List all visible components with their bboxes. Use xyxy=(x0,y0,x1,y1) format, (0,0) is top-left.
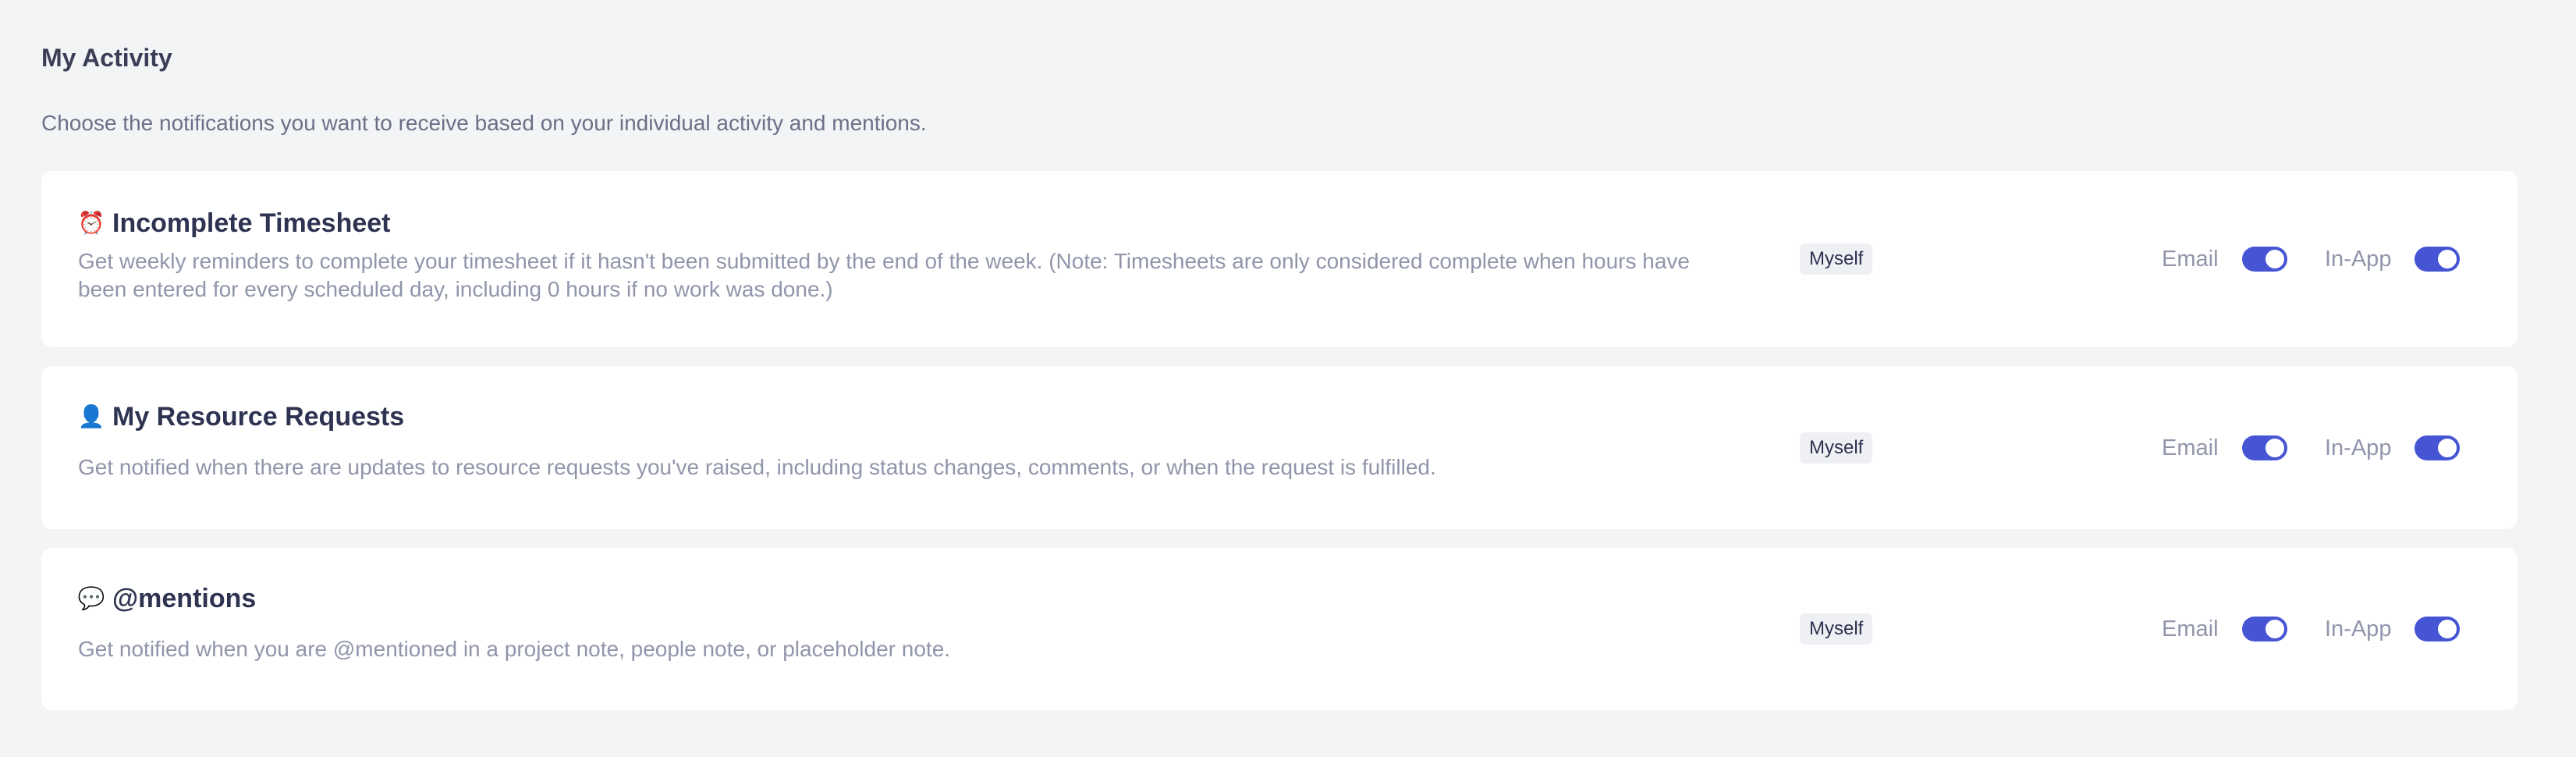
email-label: Email xyxy=(2162,247,2219,272)
email-toggle[interactable] xyxy=(2241,247,2287,272)
inapp-label: In-App xyxy=(2325,617,2392,641)
inapp-toggle[interactable] xyxy=(2415,617,2461,641)
notification-info: ⏰ Incomplete Timesheet Get weekly remind… xyxy=(78,207,1716,304)
email-label: Email xyxy=(2162,617,2219,641)
inapp-toggle[interactable] xyxy=(2415,247,2461,272)
recipient-badge: Myself xyxy=(1800,613,1873,645)
recipient-badge: Myself xyxy=(1800,432,1873,464)
toggle-knob xyxy=(2265,250,2284,268)
toggle-knob xyxy=(2438,438,2457,457)
email-channel: Email xyxy=(2162,434,2287,462)
notification-title: 👤 My Resource Requests xyxy=(78,400,1716,433)
email-channel: Email xyxy=(2162,615,2287,643)
notification-card-mentions: 💬 @mentions Get notified when you are @m… xyxy=(41,548,2517,710)
email-channel: Email xyxy=(2162,245,2287,273)
inapp-label: In-App xyxy=(2325,435,2392,460)
email-toggle[interactable] xyxy=(2241,617,2287,641)
notification-title-text: Incomplete Timesheet xyxy=(112,208,391,238)
toggle-knob xyxy=(2438,620,2457,638)
recipient-badge: Myself xyxy=(1800,243,1873,275)
notification-description: Get notified when there are updates to r… xyxy=(78,455,1436,479)
notification-description: Get weekly reminders to complete your ti… xyxy=(78,249,1690,301)
notification-info: 👤 My Resource Requests Get notified when… xyxy=(78,400,1716,482)
inapp-toggle[interactable] xyxy=(2415,435,2461,460)
notification-info: 💬 @mentions Get notified when you are @m… xyxy=(78,582,1716,663)
toggle-knob xyxy=(2265,438,2284,457)
speech-bubble-icon: 💬 xyxy=(77,586,105,610)
section-description: Choose the notifications you want to rec… xyxy=(41,111,927,135)
person-icon: 👤 xyxy=(77,404,105,428)
notification-title: ⏰ Incomplete Timesheet xyxy=(78,207,1716,240)
inapp-channel: In-App xyxy=(2325,434,2461,462)
inapp-channel: In-App xyxy=(2325,615,2461,643)
notification-title-text: My Resource Requests xyxy=(112,402,405,432)
inapp-label: In-App xyxy=(2325,247,2392,272)
notification-title-text: @mentions xyxy=(112,584,257,613)
alarm-clock-icon: ⏰ xyxy=(77,211,105,235)
inapp-channel: In-App xyxy=(2325,245,2461,273)
section-title: My Activity xyxy=(41,44,172,72)
email-label: Email xyxy=(2162,435,2219,460)
toggle-knob xyxy=(2265,620,2284,638)
notification-description: Get notified when you are @mentioned in … xyxy=(78,637,951,661)
notification-card-resource-requests: 👤 My Resource Requests Get notified when… xyxy=(41,366,2517,529)
notification-title: 💬 @mentions xyxy=(78,582,1716,615)
notification-card-incomplete-timesheet: ⏰ Incomplete Timesheet Get weekly remind… xyxy=(41,171,2517,347)
toggle-knob xyxy=(2438,250,2457,268)
email-toggle[interactable] xyxy=(2241,435,2287,460)
